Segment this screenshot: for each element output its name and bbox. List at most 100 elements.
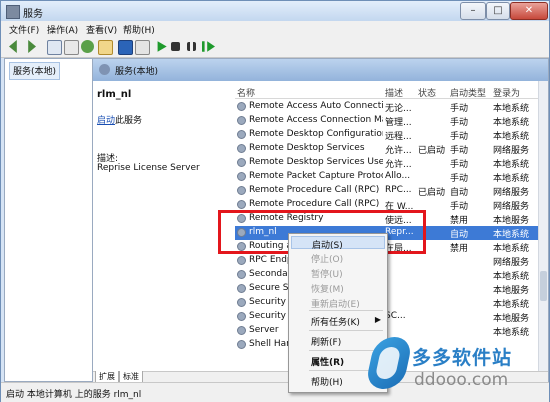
maximize-button[interactable]: □	[486, 2, 510, 20]
service-description-panel: rlm_nl 启动此服务 描述: Reprise License Server	[93, 81, 235, 371]
cell-name: Remote Desktop Configuration	[249, 129, 383, 139]
gear-icon	[99, 64, 110, 75]
context-menu-item-label: 恢复(M)	[311, 285, 344, 295]
console-tree: 服务(本地)	[4, 58, 93, 382]
title-bar[interactable]: 服务 – □ ✕	[1, 1, 549, 21]
cell-startup: 手动	[450, 104, 469, 114]
help-icon[interactable]	[118, 40, 133, 55]
start-service-link[interactable]: 启动	[97, 116, 115, 126]
table-row[interactable]: Remote Access Auto Connectio... 无论... 手动 本地…	[235, 100, 538, 114]
stop-icon[interactable]	[171, 42, 180, 51]
cell-status: 已启动	[418, 188, 446, 198]
service-gear-icon	[237, 102, 246, 111]
menu-bar: 文件(F) 操作(A) 查看(V) 帮助(H)	[1, 21, 549, 36]
cell-logon: 本地系统	[493, 244, 530, 254]
start-icon[interactable]	[157, 41, 167, 52]
refresh-icon[interactable]	[81, 40, 94, 53]
cell-name: Remote Desktop Services User...	[249, 157, 383, 167]
cell-desc: 允许...	[385, 146, 412, 156]
close-button[interactable]: ✕	[510, 2, 548, 20]
tree-item-label: 服务(本地)	[13, 67, 57, 77]
context-menu-item: 重新启动(E)	[291, 296, 385, 310]
cell-desc: RPC...	[385, 185, 412, 195]
column-status[interactable]: 状态	[418, 86, 436, 99]
cell-startup: 手动	[450, 118, 469, 128]
cell-name: Remote Procedure Call (RPC) ...	[249, 199, 383, 209]
cell-startup: 手动	[450, 146, 469, 156]
context-menu-item[interactable]: 所有任务(K) ▶	[291, 314, 385, 328]
cell-logon: 本地系统	[493, 132, 530, 142]
watermark-brand: 多多软件站	[412, 347, 513, 369]
restart-icon[interactable]	[202, 41, 215, 52]
cell-logon: 本地系统	[493, 300, 530, 310]
view-icon[interactable]	[135, 40, 150, 55]
column-log-on-as[interactable]: 登录为	[493, 86, 520, 99]
services-app-icon	[6, 5, 20, 19]
service-gear-icon	[237, 326, 246, 335]
table-row[interactable]: Remote Desktop Services 允许... 已启动 手动 网络服务	[235, 142, 538, 156]
context-menu-item: 停止(O)	[291, 251, 385, 265]
cell-logon: 网络服务	[493, 258, 530, 268]
cell-desc: 允许...	[385, 160, 412, 170]
menu-help[interactable]: 帮助(H)	[123, 23, 155, 36]
minimize-button[interactable]: –	[460, 2, 486, 20]
menu-action[interactable]: 操作(A)	[47, 23, 78, 36]
cell-startup: 手动	[450, 202, 469, 212]
cell-logon: 网络服务	[493, 202, 530, 212]
status-text: 启动 本地计算机 上的服务 rlm_nl	[6, 390, 142, 400]
context-menu-item: 恢复(M)	[291, 281, 385, 295]
submenu-arrow-icon: ▶	[374, 315, 381, 324]
table-row[interactable]: Remote Desktop Services User... 允许... 手动 本地…	[235, 156, 538, 170]
cell-logon: 网络服务	[493, 146, 530, 156]
context-menu-item: 暂停(U)	[291, 266, 385, 280]
cell-logon: 本地服务	[493, 286, 530, 296]
context-menu-item[interactable]: 启动(S)	[291, 236, 385, 251]
cell-desc: SC...	[385, 311, 406, 321]
cell-logon: 本地系统	[493, 104, 530, 114]
table-header: 名称 描述 状态 启动类型 登录为	[235, 84, 538, 99]
cell-name: Remote Access Connection Ma...	[249, 115, 383, 125]
cell-logon: 本地系统	[493, 174, 530, 184]
forward-icon[interactable]	[28, 40, 36, 53]
start-service-suffix: 此服务	[115, 116, 143, 126]
cell-desc: Allo...	[385, 171, 411, 181]
cell-name: Remote Packet Capture Protoc...	[249, 171, 383, 181]
service-gear-icon	[237, 200, 246, 209]
table-row[interactable]: Remote Access Connection Ma... 管理... 手动 本地系…	[235, 114, 538, 128]
service-gear-icon	[237, 116, 246, 125]
service-gear-icon	[237, 340, 246, 349]
description-value: Reprise License Server	[97, 163, 200, 173]
context-menu-item-label: 属性(R)	[311, 358, 345, 368]
table-row[interactable]: Remote Packet Capture Protoc... Allo... 手动…	[235, 170, 538, 184]
service-gear-icon	[237, 130, 246, 139]
context-menu-item-label: 刷新(F)	[311, 338, 342, 348]
table-row[interactable]: Remote Procedure Call (RPC) RPC... 已启动 自动 网络…	[235, 184, 538, 198]
tree-item-services-local[interactable]: 服务(本地)	[9, 62, 61, 80]
cell-logon: 网络服务	[493, 188, 530, 198]
properties-icon[interactable]	[64, 40, 79, 55]
details-header-title: 服务(本地)	[115, 67, 159, 77]
menu-view[interactable]: 查看(V)	[86, 23, 117, 36]
service-gear-icon	[237, 312, 246, 321]
service-gear-icon	[237, 270, 246, 279]
cell-desc: 管理...	[385, 118, 412, 128]
cell-startup: 自动	[450, 188, 469, 198]
back-icon[interactable]	[9, 40, 17, 53]
cell-startup: 禁用	[450, 216, 469, 226]
scrollbar-thumb[interactable]	[540, 271, 547, 301]
table-row[interactable]: Remote Desktop Configuration 远程... 手动 本地系统	[235, 128, 538, 142]
pause-icon[interactable]	[187, 42, 196, 51]
selected-service-name: rlm_nl	[97, 89, 132, 100]
context-menu-item-label: 所有任务(K)	[311, 318, 360, 328]
service-gear-icon	[237, 144, 246, 153]
column-startup-type[interactable]: 启动类型	[450, 86, 486, 99]
menu-file[interactable]: 文件(F)	[9, 23, 39, 36]
column-name[interactable]: 名称	[237, 86, 255, 99]
context-menu-item-label: 帮助(H)	[311, 378, 343, 388]
export-icon[interactable]	[98, 40, 113, 55]
cell-startup: 自动	[450, 230, 469, 240]
column-description[interactable]: 描述	[385, 86, 403, 99]
console-tree-icon[interactable]	[47, 40, 62, 55]
vertical-scrollbar[interactable]	[538, 81, 548, 371]
service-gear-icon	[237, 158, 246, 167]
